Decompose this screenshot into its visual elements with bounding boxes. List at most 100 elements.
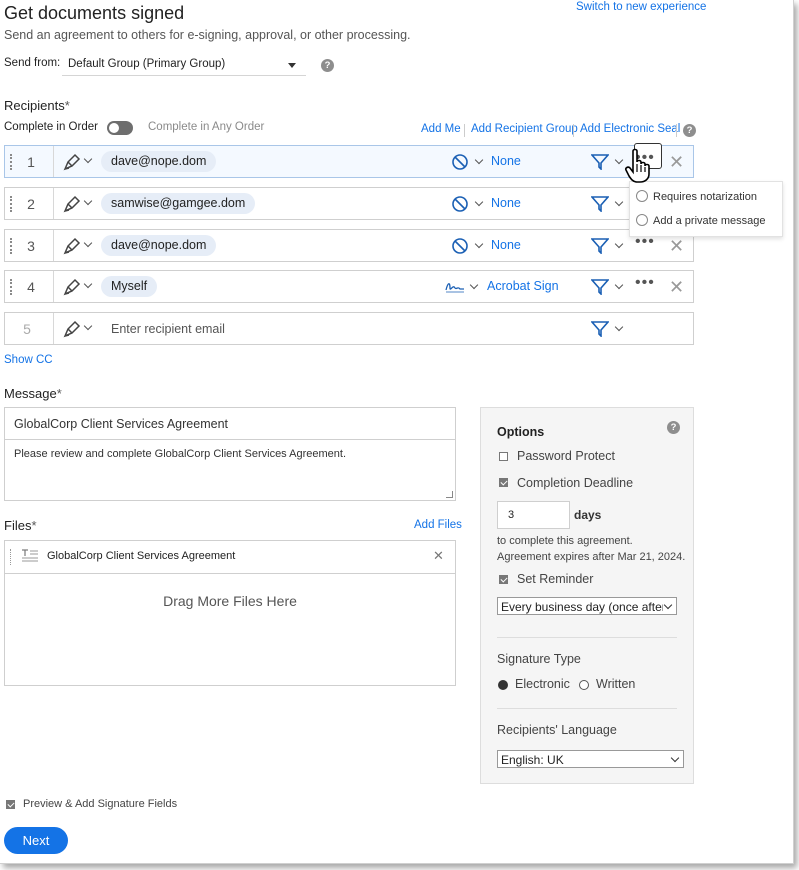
recipient-row[interactable]: 1 dave@nope.dom None ••• ✕	[4, 143, 694, 178]
recipient-row[interactable]: 4 Myself Acrobat Sign ••• ✕	[4, 270, 694, 303]
show-cc-link[interactable]: Show CC	[4, 354, 53, 366]
help-icon[interactable]: ?	[683, 124, 696, 137]
help-icon[interactable]: ?	[667, 421, 680, 434]
filter-chevron-down-icon[interactable]	[614, 197, 624, 207]
role-chevron-down-icon[interactable]	[83, 154, 93, 164]
message-subject-input[interactable]: GlobalCorp Client Services Agreement	[5, 408, 455, 440]
order-toggle[interactable]	[107, 121, 133, 135]
days-input[interactable]: 3	[497, 501, 570, 529]
language-select[interactable]: English: UK	[497, 750, 684, 768]
prohibit-icon[interactable]	[451, 195, 469, 213]
filter-chevron-down-icon[interactable]	[614, 280, 624, 290]
recipient-row[interactable]: 2 samwise@gamgee.dom None	[4, 187, 694, 220]
filter-icon[interactable]	[591, 238, 609, 254]
filter-chevron-down-icon[interactable]	[614, 322, 624, 332]
signer-pen-icon[interactable]	[62, 277, 84, 297]
role-chevron-down-icon[interactable]	[83, 321, 93, 331]
drag-handle-icon[interactable]	[10, 238, 13, 254]
role-chevron-down-icon[interactable]	[83, 196, 93, 206]
more-options-icon[interactable]: •••	[635, 274, 655, 292]
link-separator	[464, 124, 465, 137]
signature-icon[interactable]	[444, 280, 466, 294]
help-icon[interactable]: ?	[321, 59, 334, 72]
remove-file-icon[interactable]: ✕	[433, 548, 444, 564]
reminder-select[interactable]: Every business day (once after	[497, 597, 677, 615]
add-me-link[interactable]: Add Me	[421, 123, 461, 135]
remove-recipient-icon[interactable]: ✕	[669, 236, 684, 257]
filter-icon[interactable]	[591, 279, 609, 295]
complete-any-order-label: Complete in Any Order	[148, 121, 265, 133]
password-protect-checkbox[interactable]	[499, 452, 508, 461]
drag-handle-icon[interactable]	[10, 154, 13, 170]
filter-chevron-down-icon[interactable]	[614, 239, 624, 249]
toggle-knob	[109, 123, 119, 133]
language-value: English: UK	[501, 753, 564, 767]
more-options-menu: Requires notarization Add a private mess…	[629, 181, 783, 237]
recipient-row[interactable]: 5 Enter recipient email	[4, 312, 694, 345]
next-button[interactable]: Next	[4, 827, 68, 854]
auth-chevron-down-icon[interactable]	[474, 239, 484, 249]
recipients-language-label: Recipients' Language	[497, 723, 617, 737]
days-label: days	[574, 508, 602, 522]
document-icon	[22, 549, 38, 562]
resize-handle-icon[interactable]	[446, 491, 453, 498]
send-from-select[interactable]: Default Group (Primary Group)	[62, 52, 306, 76]
role-chevron-down-icon[interactable]	[83, 238, 93, 248]
recipient-email[interactable]: Myself	[101, 276, 158, 297]
signer-pen-icon[interactable]	[62, 152, 84, 172]
filter-chevron-down-icon[interactable]	[614, 155, 624, 165]
recipient-number: 4	[27, 279, 35, 295]
send-from-label: Send from:	[4, 57, 61, 69]
recipient-email-input[interactable]: Enter recipient email	[111, 322, 225, 336]
files-dropzone[interactable]: GlobalCorp Client Services Agreement ✕ D…	[4, 540, 456, 686]
options-title: Options	[497, 425, 545, 439]
recipient-row[interactable]: 3 dave@nope.dom None ••• ✕	[4, 229, 694, 262]
file-row[interactable]: GlobalCorp Client Services Agreement ✕	[5, 541, 455, 574]
auth-method[interactable]: None	[491, 154, 521, 168]
filter-icon[interactable]	[591, 196, 609, 212]
preview-checkbox[interactable]	[6, 800, 15, 809]
menu-item-private-message[interactable]: Add a private message	[636, 214, 766, 227]
preview-label: Preview & Add Signature Fields	[23, 798, 178, 810]
row-divider	[53, 146, 54, 177]
auth-method[interactable]: None	[491, 196, 521, 210]
set-reminder-checkbox[interactable]	[499, 575, 508, 584]
auth-method[interactable]: None	[491, 238, 521, 252]
recipient-email[interactable]: dave@nope.dom	[101, 151, 217, 172]
remove-recipient-icon[interactable]: ✕	[669, 152, 684, 173]
page-subtitle: Send an agreement to others for e-signin…	[4, 28, 411, 42]
deadline-note: to complete this agreement.	[497, 535, 633, 547]
electronic-label: Electronic	[515, 677, 570, 691]
signer-pen-icon[interactable]	[62, 236, 84, 256]
auth-method[interactable]: Acrobat Sign	[487, 279, 559, 293]
signer-pen-icon[interactable]	[62, 194, 84, 214]
auth-chevron-down-icon[interactable]	[474, 197, 484, 207]
add-files-link[interactable]: Add Files	[414, 519, 462, 531]
file-name: GlobalCorp Client Services Agreement	[47, 550, 236, 562]
drag-handle-icon[interactable]	[10, 196, 13, 212]
role-chevron-down-icon[interactable]	[83, 279, 93, 289]
add-recipient-group-link[interactable]: Add Recipient Group	[471, 123, 578, 135]
drag-files-text: Drag More Files Here	[163, 593, 297, 609]
prohibit-icon[interactable]	[451, 153, 469, 171]
written-radio[interactable]	[579, 680, 589, 690]
electronic-radio[interactable]	[498, 680, 508, 690]
drag-handle-icon[interactable]	[10, 549, 12, 565]
auth-chevron-down-icon[interactable]	[474, 155, 484, 165]
switch-experience-link[interactable]: Switch to new experience	[576, 1, 706, 13]
prohibit-icon[interactable]	[451, 237, 469, 255]
auth-chevron-down-icon[interactable]	[469, 280, 479, 290]
drag-handle-icon[interactable]	[10, 279, 13, 295]
recipient-email[interactable]: dave@nope.dom	[101, 235, 217, 256]
completion-deadline-checkbox[interactable]	[499, 478, 508, 487]
chevron-down-icon	[670, 754, 680, 764]
remove-recipient-icon[interactable]: ✕	[669, 277, 684, 298]
message-body-textarea[interactable]: Please review and complete GlobalCorp Cl…	[14, 448, 346, 460]
filter-icon[interactable]	[591, 321, 609, 337]
link-separator	[676, 124, 677, 137]
filter-icon[interactable]	[591, 154, 609, 170]
add-electronic-seal-link[interactable]: Add Electronic Seal	[580, 123, 680, 135]
menu-item-requires-notarization[interactable]: Requires notarization	[636, 190, 757, 203]
recipient-email[interactable]: samwise@gamgee.dom	[101, 193, 256, 214]
signer-pen-icon[interactable]	[62, 319, 84, 339]
